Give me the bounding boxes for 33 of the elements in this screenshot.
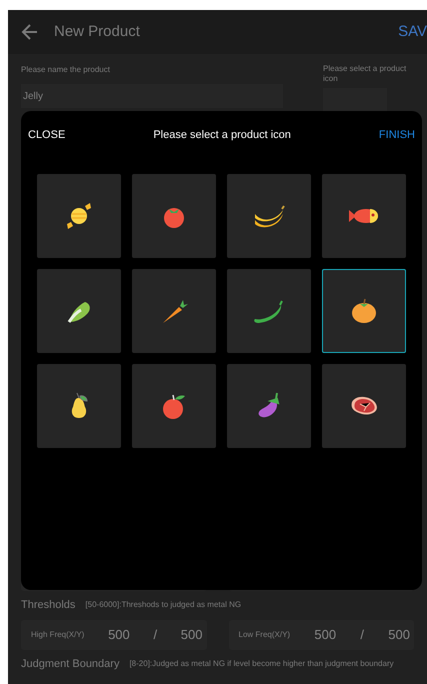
- separator: /: [153, 626, 158, 644]
- icon-tile[interactable]: [132, 174, 216, 258]
- y-value[interactable]: 500: [388, 624, 410, 644]
- icon-tile[interactable]: [37, 268, 121, 352]
- icon-tile[interactable]: [322, 364, 406, 448]
- save-button[interactable]: SAV: [398, 20, 427, 44]
- x-value[interactable]: 500: [108, 624, 130, 644]
- section-title: Judgment Boundary: [21, 656, 120, 672]
- y-value[interactable]: 500: [180, 624, 202, 644]
- icon-tile[interactable]: [227, 268, 311, 352]
- icon-tile[interactable]: [227, 364, 311, 448]
- icon-tile[interactable]: [37, 174, 121, 258]
- icon-tile[interactable]: [132, 268, 216, 352]
- icon-tile[interactable]: [227, 174, 311, 258]
- field-label: Low Freq(X/Y): [238, 628, 290, 640]
- separator: /: [360, 626, 364, 644]
- dialog-title: Please select a product icon: [153, 128, 291, 143]
- section-title: Thresholds: [21, 598, 76, 613]
- section-hint: [50-6000]:Threshods to judged as metal NG: [85, 599, 242, 612]
- x-value[interactable]: 500: [314, 624, 336, 644]
- finish-button[interactable]: FINISH: [378, 127, 415, 144]
- close-button[interactable]: CLOSE: [28, 127, 66, 144]
- field-label: High Freq(X/Y): [31, 628, 84, 640]
- field-label: Please select a product icon: [323, 64, 408, 84]
- page-title: New Product: [54, 22, 140, 42]
- icon-tile[interactable]: [37, 364, 121, 448]
- name-field[interactable]: Jelly: [21, 84, 283, 108]
- back-arrow-icon[interactable]: [20, 22, 40, 42]
- icon-tile[interactable]: [132, 364, 216, 448]
- section-hint: [8-20]:Judged as metal NG if level become higher than judgment boundary: [129, 658, 394, 670]
- icon-tile[interactable]: [322, 268, 406, 352]
- field-label: Please name the product: [21, 64, 111, 76]
- icon-tile[interactable]: [322, 174, 406, 258]
